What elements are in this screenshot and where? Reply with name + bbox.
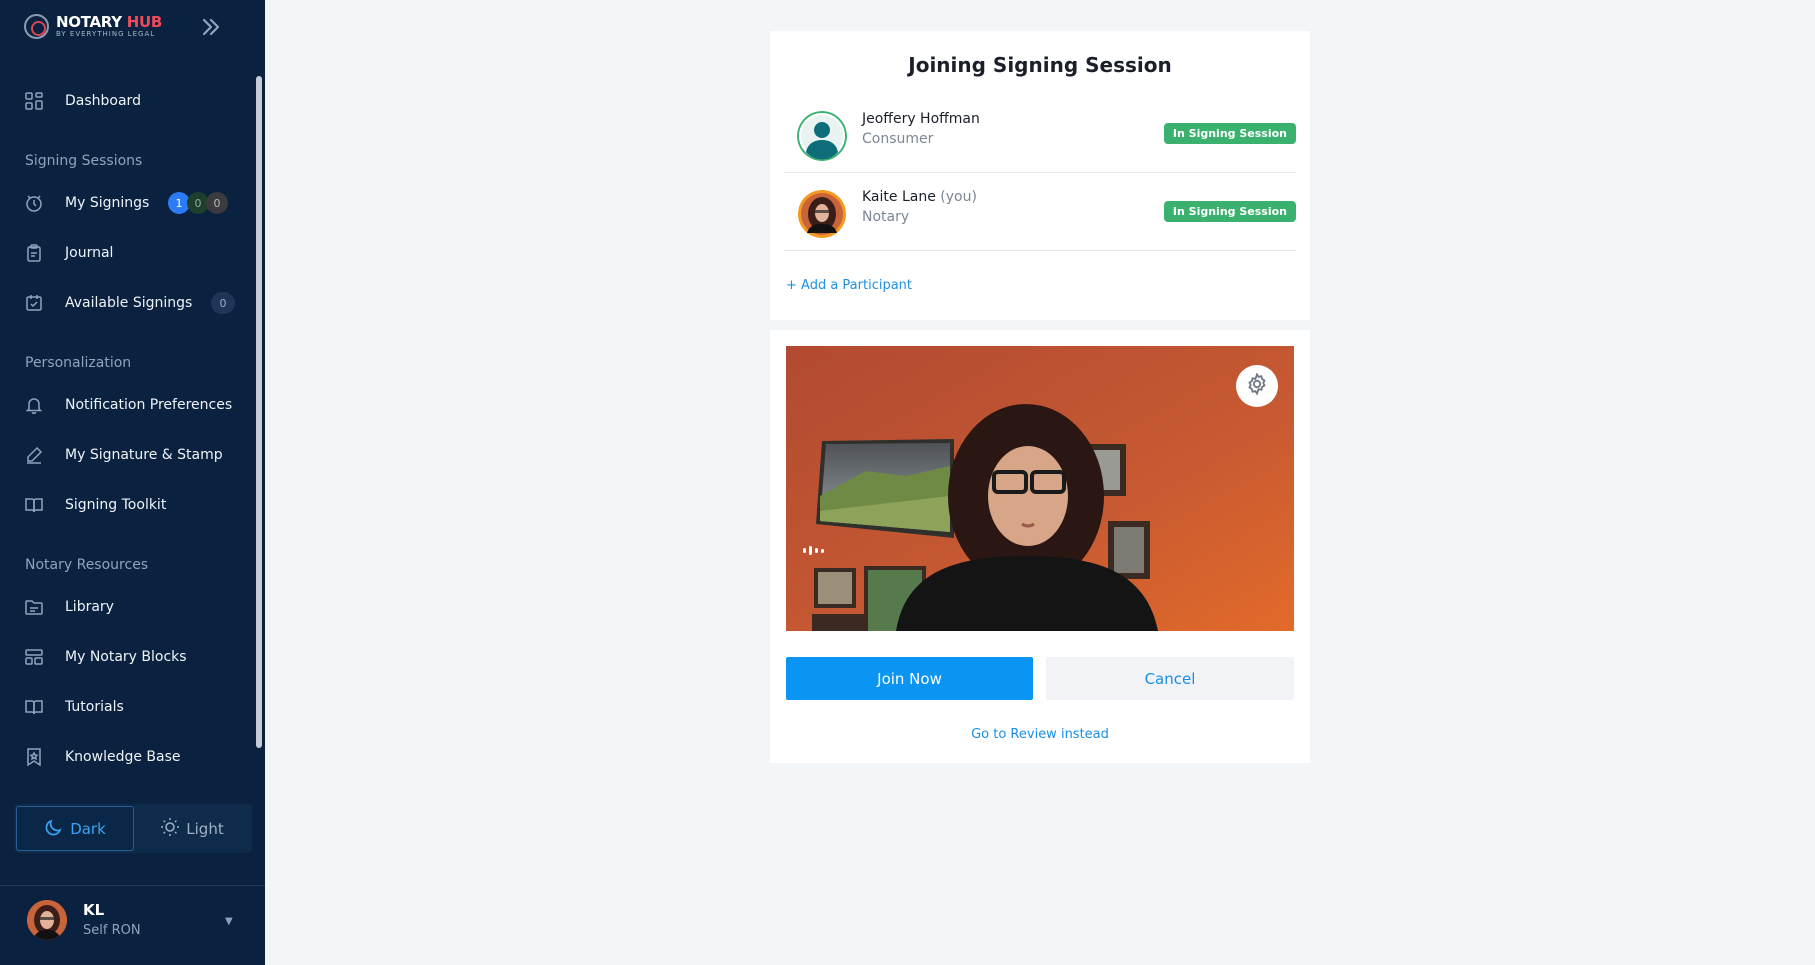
book-open-icon	[24, 495, 44, 515]
participant-row: Kaite Lane (you) Notary In Signing Sessi…	[784, 173, 1296, 251]
sidebar-item-available-signings[interactable]: Available Signings	[24, 288, 239, 318]
brand-name: NOTARY HUB	[56, 13, 162, 31]
section-title-signing: Signing Sessions	[25, 153, 143, 169]
layout-blocks-icon	[24, 647, 44, 667]
go-to-review-link[interactable]: Go to Review instead	[770, 727, 1310, 742]
my-signings-counts: 1 0 0	[168, 192, 228, 214]
participant-row: Jeoffery Hoffman Consumer In Signing Ses…	[784, 95, 1296, 173]
brand-logo[interactable]: NOTARY HUB BY EVERYTHING LEGAL	[24, 14, 162, 39]
sidebar-item-label: Library	[65, 599, 114, 615]
join-now-button[interactable]: Join Now	[786, 657, 1033, 700]
sun-icon	[160, 817, 180, 841]
sidebar-item-label: Notification Preferences	[65, 397, 233, 413]
avatar	[797, 189, 847, 239]
sidebar-item-knowledge-base[interactable]: Knowledge Base	[24, 742, 239, 772]
sidebar-item-label: Dashboard	[65, 93, 141, 109]
sidebar-item-notification-preferences[interactable]: Notification Preferences	[24, 390, 239, 420]
count-badge: 0	[206, 192, 228, 214]
sidebar-item-label: My Notary Blocks	[65, 649, 187, 665]
theme-light-label: Light	[186, 819, 224, 838]
bell-icon	[24, 395, 44, 415]
sidebar-item-signature-stamp[interactable]: My Signature & Stamp	[24, 440, 239, 470]
clipboard-icon	[24, 243, 44, 263]
theme-toggle: Dark Light	[14, 804, 252, 853]
book-icon	[24, 697, 44, 717]
section-title-resources: Notary Resources	[25, 557, 149, 573]
brand-logo-icon	[24, 14, 49, 39]
participant-role: Consumer	[862, 131, 934, 147]
camera-settings-button[interactable]	[1236, 365, 1278, 407]
camera-preview-card: Join Now Cancel Go to Review instead	[770, 330, 1310, 763]
sidebar-item-signing-toolkit[interactable]: Signing Toolkit	[24, 490, 239, 520]
avatar	[27, 900, 67, 940]
sidebar-item-label: My Signings	[65, 195, 150, 211]
sidebar: NOTARY HUB BY EVERYTHING LEGAL Dashboard…	[0, 0, 265, 965]
caret-down-icon[interactable]: ▼	[225, 916, 233, 927]
participant-name: Kaite Lane (you)	[862, 189, 977, 205]
participant-role: Notary	[862, 209, 910, 225]
participant-name: Jeoffery Hoffman	[862, 111, 980, 127]
audio-level-icon	[803, 546, 824, 555]
sidebar-item-label: Knowledge Base	[65, 749, 181, 765]
sidebar-item-dashboard[interactable]: Dashboard	[24, 86, 239, 116]
section-title-personalization: Personalization	[25, 355, 132, 371]
sidebar-item-tutorials[interactable]: Tutorials	[24, 692, 239, 722]
theme-light-button[interactable]: Light	[134, 806, 250, 851]
camera-preview	[786, 346, 1294, 631]
user-initials: KL	[83, 901, 105, 919]
sidebar-item-label: Signing Toolkit	[65, 497, 167, 513]
user-role: Self RON	[83, 923, 141, 938]
user-menu[interactable]: KL Self RON ▼	[0, 885, 265, 965]
signing-clock-icon	[24, 193, 44, 213]
avatar	[797, 111, 847, 161]
theme-dark-button[interactable]: Dark	[16, 806, 134, 851]
sidebar-item-notary-blocks[interactable]: My Notary Blocks	[24, 642, 239, 672]
available-count-badge: 0	[211, 292, 235, 314]
sidebar-scrollbar[interactable]	[256, 76, 262, 748]
sidebar-item-journal[interactable]: Journal	[24, 238, 239, 268]
page-title: Joining Signing Session	[908, 53, 1172, 77]
sidebar-item-label: Journal	[65, 245, 114, 261]
sidebar-item-label: Available Signings	[65, 295, 193, 311]
folder-icon	[24, 597, 44, 617]
bookmark-star-icon	[24, 747, 44, 767]
status-badge: In Signing Session	[1163, 201, 1296, 222]
brand-tagline: BY EVERYTHING LEGAL	[56, 30, 156, 38]
theme-dark-label: Dark	[70, 819, 106, 838]
sidebar-item-label: My Signature & Stamp	[65, 447, 223, 463]
dashboard-icon	[24, 91, 44, 111]
cancel-button[interactable]: Cancel	[1046, 657, 1294, 700]
pen-icon	[24, 445, 44, 465]
sidebar-item-label: Tutorials	[65, 699, 124, 715]
calendar-check-icon	[24, 293, 44, 313]
chevrons-right-icon[interactable]	[198, 14, 224, 40]
status-badge: In Signing Session	[1163, 123, 1296, 144]
sidebar-item-library[interactable]: Library	[24, 592, 239, 622]
gear-icon	[1245, 372, 1269, 400]
add-participant-link[interactable]: + Add a Participant	[786, 278, 912, 293]
moon-icon	[44, 817, 64, 841]
session-participants-card: Joining Signing Session Jeoffery Hoffman…	[770, 31, 1310, 320]
